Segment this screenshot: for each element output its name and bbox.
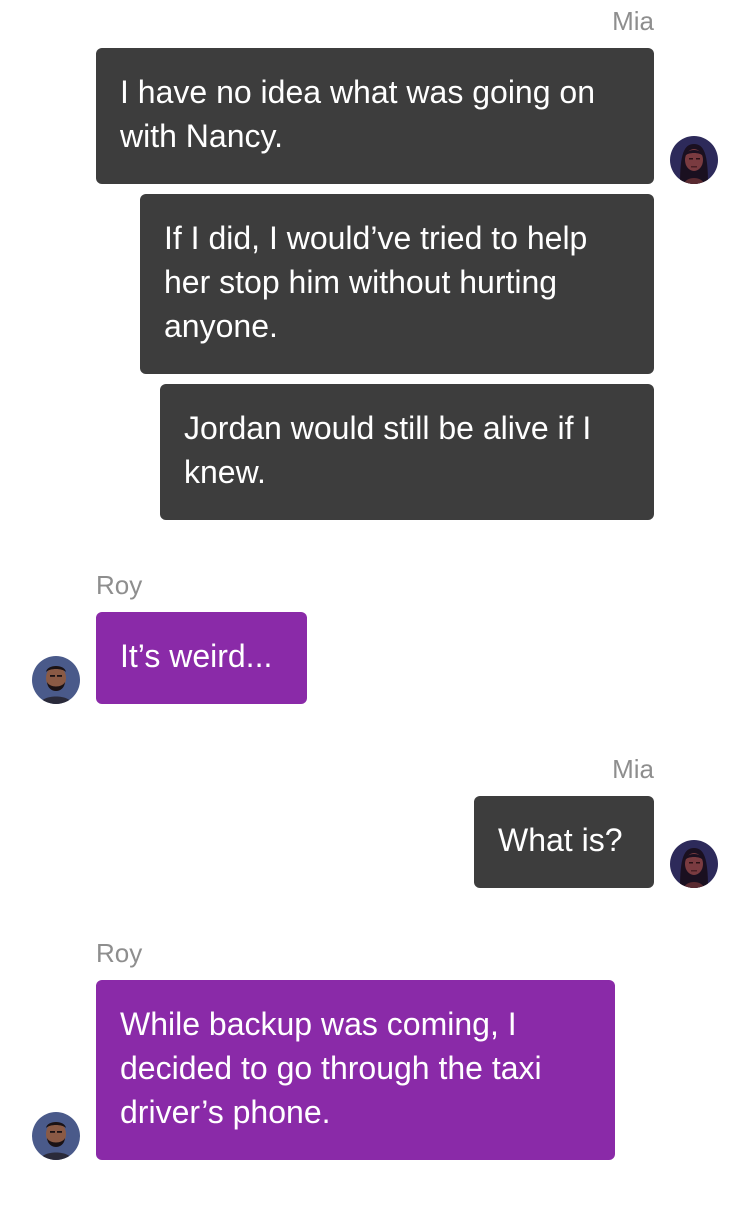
roy-avatar-icon[interactable] xyxy=(32,1112,80,1160)
message-bubble-roy: While backup was coming, I decided to go… xyxy=(96,980,615,1160)
sender-name-mia: Mia xyxy=(612,754,654,784)
message-bubble-mia: Jordan would still be alive if I knew. xyxy=(160,384,654,520)
message-text: If I did, I would’ve tried to help her s… xyxy=(164,220,588,344)
woman-portrait-icon xyxy=(670,136,718,184)
mia-avatar-icon[interactable] xyxy=(670,136,718,184)
message-bubble-mia: What is? xyxy=(474,796,654,888)
roy-avatar-icon[interactable] xyxy=(32,656,80,704)
message-bubble-roy: It’s weird... xyxy=(96,612,307,704)
bearded-man-portrait-icon xyxy=(32,656,80,704)
woman-portrait-icon xyxy=(670,840,718,888)
sender-name-roy: Roy xyxy=(96,938,143,968)
message-text: I have no idea what was going on with Na… xyxy=(120,74,595,154)
message-text: While backup was coming, I decided to go… xyxy=(120,1006,542,1130)
sender-name-roy: Roy xyxy=(96,570,143,600)
message-bubble-mia: If I did, I would’ve tried to help her s… xyxy=(140,194,654,374)
sender-name-mia: Mia xyxy=(612,6,654,36)
message-bubble-mia: I have no idea what was going on with Na… xyxy=(96,48,654,184)
message-text: What is? xyxy=(498,822,623,858)
bearded-man-portrait-icon xyxy=(32,1112,80,1160)
mia-avatar-icon[interactable] xyxy=(670,840,718,888)
message-text: Jordan would still be alive if I knew. xyxy=(184,410,592,490)
message-text: It’s weird... xyxy=(120,638,273,674)
